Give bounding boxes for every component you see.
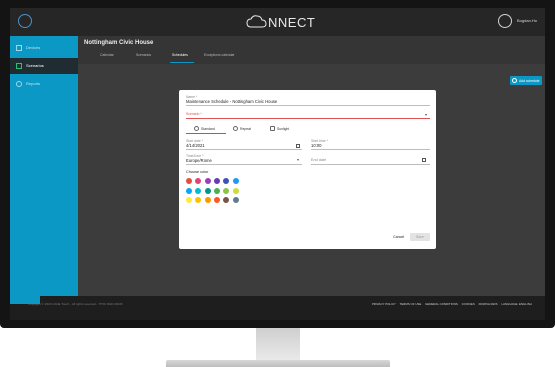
start-date-field[interactable]: 4/14/2021 [186, 143, 205, 148]
sidebar-item-reports[interactable]: Reports [10, 76, 78, 92]
scenario-field-underline [186, 118, 430, 119]
save-button[interactable]: Save [410, 233, 430, 241]
save-label: Save [416, 235, 424, 239]
color-swatch[interactable] [195, 187, 202, 194]
add-schedule-label: Add schedule [519, 78, 540, 83]
choose-color-label: Choose color [186, 170, 209, 174]
footer-link-privacy[interactable]: PRIVACY POLICY [372, 302, 396, 306]
sidebar-item-label: Reports [26, 81, 41, 86]
start-time-field[interactable]: 10:00 [311, 143, 321, 148]
end-date-field[interactable]: End date [311, 158, 326, 162]
repeat-label: Repeat [240, 127, 251, 131]
cloud-logo-icon [246, 15, 267, 28]
color-swatch[interactable] [186, 197, 192, 203]
user-profile-icon[interactable] [498, 14, 512, 28]
add-circle-icon [512, 78, 517, 83]
calendar-icon[interactable] [422, 158, 426, 162]
timezone-field[interactable]: Europe/Rome [186, 158, 212, 163]
color-swatch[interactable] [232, 178, 239, 184]
color-swatch[interactable] [204, 187, 211, 194]
footer-link-language[interactable]: LANGUAGE: ENGLISH [501, 302, 531, 306]
monitor-stand-neck [256, 328, 300, 360]
active-tab-indicator [170, 62, 194, 63]
end-date-underline [311, 164, 430, 165]
color-swatch[interactable] [213, 178, 220, 184]
page-title: Nottingham Civic House [84, 40, 154, 46]
content-header: Nottingham Civic House Calendar Scenario… [78, 36, 545, 64]
name-field[interactable]: Maintenance Schedule - Nottingham Civic … [186, 99, 277, 104]
app-logo: NNECT [246, 14, 326, 30]
footer-link-downloads[interactable]: DOWNLOADS [479, 302, 498, 306]
tab-scenarios[interactable]: Scenarios [136, 53, 151, 57]
sidebar: Devices Scenarios Reports [10, 36, 78, 296]
timezone-dropdown-icon[interactable]: ▾ [297, 157, 299, 162]
standard-radio[interactable] [194, 126, 199, 131]
scenario-dropdown-icon[interactable]: ▾ [425, 112, 427, 117]
name-field-underline [186, 105, 430, 106]
schedule-dialog [179, 90, 436, 249]
copyright-text: Copyright © 2020 CANE Touch - All rights… [28, 302, 123, 306]
add-schedule-button[interactable]: Add schedule [510, 76, 542, 85]
color-swatch[interactable] [204, 178, 211, 184]
stage: NNECT Bogdan.Ho Devices Scenarios Report… [0, 0, 555, 367]
footer-links: PRIVACY POLICY TERMS OF USE GENERAL COND… [372, 302, 535, 306]
sidebar-item-scenarios[interactable]: Scenarios [10, 58, 78, 74]
tab-schedules[interactable]: Schedules [172, 53, 188, 57]
color-swatch[interactable] [232, 187, 239, 194]
top-bar: NNECT Bogdan.Ho [10, 8, 545, 36]
cancel-button[interactable]: Cancel [393, 235, 404, 239]
standard-label: Standard [201, 127, 215, 131]
profile-name[interactable]: Bogdan.Ho [517, 18, 537, 23]
sidebar-item-devices[interactable]: Devices [10, 40, 78, 56]
active-type-indicator [186, 133, 226, 134]
monitor-stand-base [166, 360, 390, 367]
calendar-icon[interactable] [296, 144, 300, 148]
color-swatch[interactable] [213, 187, 220, 194]
footer-link-terms[interactable]: TERMS OF USE [400, 302, 422, 306]
footer [10, 296, 545, 320]
scenario-icon [16, 63, 22, 69]
start-date-underline [186, 149, 302, 150]
sunlight-label: Sunlight [277, 127, 290, 131]
color-swatch[interactable] [186, 178, 192, 184]
logo-text: NNECT [268, 15, 316, 30]
repeat-radio[interactable] [233, 126, 238, 131]
menu-circle-icon[interactable] [18, 14, 32, 28]
color-swatch[interactable] [213, 197, 220, 203]
color-swatch[interactable] [204, 197, 211, 203]
color-swatch[interactable] [232, 197, 239, 203]
footer-link-cookies[interactable]: COOKIES [462, 302, 475, 306]
start-time-underline [311, 149, 430, 150]
sunlight-radio[interactable] [270, 126, 275, 131]
footer-link-conditions[interactable]: GENERAL CONDITIONS [425, 302, 458, 306]
tab-calendar[interactable]: Calendar [100, 53, 114, 57]
timezone-underline [186, 164, 302, 165]
sidebar-item-label: Scenarios [26, 63, 44, 68]
tab-exceptions-calendar[interactable]: Exceptions calendar [204, 53, 235, 57]
sidebar-item-label: Devices [26, 45, 41, 50]
color-swatch[interactable] [223, 187, 230, 194]
scenario-label: Scenario * [186, 112, 202, 116]
color-swatch[interactable] [186, 187, 192, 194]
device-icon [16, 45, 22, 51]
report-icon [16, 81, 22, 87]
